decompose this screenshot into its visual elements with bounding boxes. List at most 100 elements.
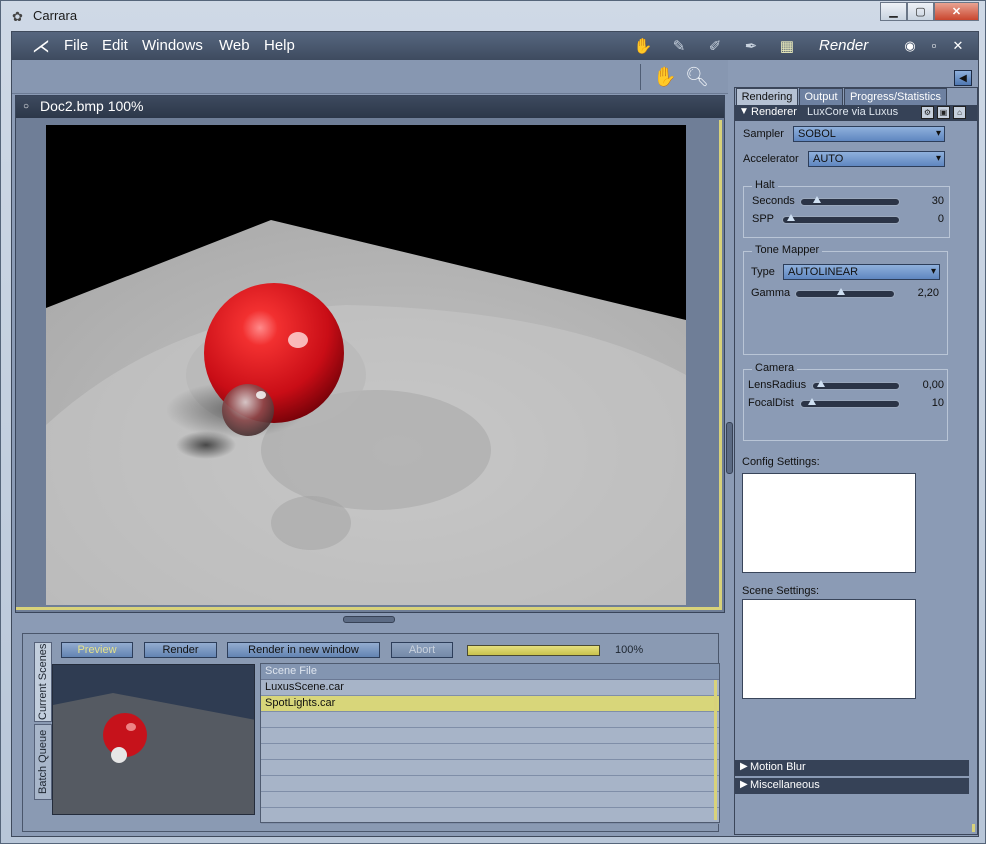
tab-progress-statistics[interactable]: Progress/Statistics <box>844 88 947 105</box>
menu-web[interactable]: Web <box>219 37 250 54</box>
renderer-settings-icon[interactable]: ⚙ <box>921 106 934 119</box>
scene-row[interactable] <box>261 808 719 824</box>
collapse-panel-arrow-icon[interactable]: ◀ <box>954 70 972 86</box>
tab-output[interactable]: Output <box>799 88 843 105</box>
vertical-splitter-handle[interactable] <box>726 422 733 474</box>
scene-list-scrollbar[interactable] <box>714 680 717 820</box>
gamma-slider-thumb[interactable] <box>836 288 845 295</box>
zoom-magnifier-icon[interactable]: 🔍︎ <box>685 65 709 89</box>
panel-scroll-marker[interactable] <box>972 824 975 832</box>
tab-rendering[interactable]: Rendering <box>736 88 798 105</box>
type-label: Type <box>751 266 775 278</box>
texture-room-icon[interactable]: ✒ <box>738 36 764 56</box>
lensradius-value[interactable]: 0,00 <box>904 379 944 391</box>
minimize-button[interactable]: ▁ <box>880 2 907 21</box>
tonemapper-type-dropdown[interactable]: AUTOLINEAR ▾ <box>783 264 940 280</box>
accelerator-value: AUTO <box>813 153 844 165</box>
carrara-app: ⋌ File Edit Windows Web Help ✋ ✎ ✐ ✒ ▦ R… <box>11 31 979 837</box>
render-new-window-button[interactable]: Render in new window <box>227 642 380 658</box>
halt-title: Halt <box>752 179 778 191</box>
lensradius-slider[interactable] <box>812 380 900 390</box>
room-name: Render <box>819 37 869 54</box>
tab-batch-queue[interactable]: Batch Queue <box>34 724 52 800</box>
render-progress-fill <box>468 646 599 655</box>
os-titlebar[interactable]: ✿ Carrara ▁ ▢ ✕ <box>1 1 985 31</box>
close-button[interactable]: ✕ <box>934 2 979 21</box>
gamma-slider[interactable] <box>795 288 895 298</box>
seconds-value[interactable]: 30 <box>904 195 944 207</box>
renderer-header[interactable]: ▼ Renderer LuxCore via Luxus ⚙ ▣ ⌂ <box>735 105 977 121</box>
abort-button[interactable]: Abort <box>391 642 453 658</box>
doc-scroll-marker-bottom[interactable] <box>16 607 722 610</box>
gamma-value[interactable]: 2,20 <box>899 287 939 299</box>
lensradius-slider-thumb[interactable] <box>817 380 825 387</box>
maximize-button[interactable]: ▢ <box>907 2 934 21</box>
storyboard-room-icon[interactable]: ✐ <box>702 36 728 56</box>
rendered-image <box>46 125 686 605</box>
spp-slider-thumb[interactable] <box>787 214 795 221</box>
carrara-app-icon: ✿ <box>12 9 23 24</box>
render-settings-panel: Rendering Output Progress/Statistics ▼ R… <box>734 87 978 835</box>
focaldist-slider[interactable] <box>800 398 900 408</box>
menubar: ⋌ File Edit Windows Web Help ✋ ✎ ✐ ✒ ▦ R… <box>12 32 978 60</box>
menu-file[interactable]: File <box>64 37 88 54</box>
renderer-save-icon[interactable]: ▣ <box>937 106 950 119</box>
renderer-select[interactable]: LuxCore via Luxus <box>807 106 898 118</box>
horizontal-splitter-handle[interactable] <box>343 616 395 623</box>
scene-settings-label: Scene Settings: <box>742 585 820 597</box>
scene-row[interactable] <box>261 760 719 776</box>
batch-render-panel: Current Scenes Batch Queue Preview Rende… <box>22 633 720 832</box>
tab-current-scenes[interactable]: Current Scenes <box>34 642 52 722</box>
focaldist-slider-thumb[interactable] <box>807 398 816 405</box>
scene-thumbnail <box>52 664 255 815</box>
focaldist-value[interactable]: 10 <box>904 397 944 409</box>
chevron-down-icon: ▾ <box>935 128 941 139</box>
doc-scroll-marker-right[interactable] <box>719 120 722 608</box>
spp-slider[interactable] <box>782 214 900 224</box>
miscellaneous-section[interactable]: ▶ Miscellaneous <box>735 778 969 794</box>
render-button[interactable]: Render <box>144 642 217 658</box>
carrara-logo-icon[interactable]: ⋌ <box>32 36 50 57</box>
scene-row[interactable] <box>261 712 719 728</box>
menu-help[interactable]: Help <box>264 37 295 54</box>
scene-row[interactable] <box>261 744 719 760</box>
scene-row[interactable] <box>261 776 719 792</box>
doc-close-dot-icon[interactable]: ○ <box>23 101 29 112</box>
sampler-dropdown[interactable]: SOBOL ▾ <box>793 126 945 142</box>
model-room-icon[interactable]: ✎ <box>666 36 692 56</box>
motion-blur-section[interactable]: ▶ Motion Blur <box>735 760 969 776</box>
scene-settings-textarea[interactable] <box>742 599 916 699</box>
thumbnail-scene <box>53 665 254 814</box>
pan-hand-icon[interactable]: ✋ <box>653 65 677 89</box>
accelerator-dropdown[interactable]: AUTO ▾ <box>808 151 945 167</box>
menu-windows[interactable]: Windows <box>142 37 203 54</box>
restore-icon[interactable]: ▫ <box>925 38 943 53</box>
expand-right-icon: ▶ <box>740 779 748 790</box>
document-titlebar[interactable]: ○ Doc2.bmp 100% <box>16 96 724 118</box>
config-settings-label: Config Settings: <box>742 456 820 468</box>
eye-icon[interactable]: ◉ <box>901 38 919 54</box>
scene-row[interactable] <box>261 728 719 744</box>
spp-value[interactable]: 0 <box>904 213 944 225</box>
camera-title: Camera <box>752 362 798 374</box>
config-settings-textarea[interactable] <box>742 473 916 573</box>
halt-group: Halt Seconds 30 SPP 0 <box>743 179 950 238</box>
seconds-slider-thumb[interactable] <box>813 196 822 203</box>
scene-list-header[interactable]: Scene File <box>261 664 719 680</box>
menu-edit[interactable]: Edit <box>102 37 128 54</box>
render-room-icon[interactable]: ▦ <box>774 36 800 56</box>
assemble-room-icon[interactable]: ✋ <box>630 36 656 56</box>
accelerator-label: Accelerator <box>743 153 799 165</box>
app-close-icon[interactable]: ✕ <box>949 38 967 54</box>
renderer-lock-icon[interactable]: ⌂ <box>953 106 966 119</box>
focaldist-label: FocalDist <box>748 397 794 409</box>
tonemapper-title: Tone Mapper <box>752 244 823 256</box>
expand-down-icon: ▼ <box>739 106 749 117</box>
scene-row[interactable] <box>261 792 719 808</box>
window-title: Carrara <box>33 8 78 23</box>
scene-row[interactable]: SpotLights.car <box>261 696 719 712</box>
camera-group: Camera LensRadius 0,00 FocalDist 10 <box>743 362 948 441</box>
preview-button[interactable]: Preview <box>61 642 133 658</box>
scene-row[interactable]: LuxusScene.car <box>261 680 719 696</box>
seconds-slider[interactable] <box>800 196 900 206</box>
